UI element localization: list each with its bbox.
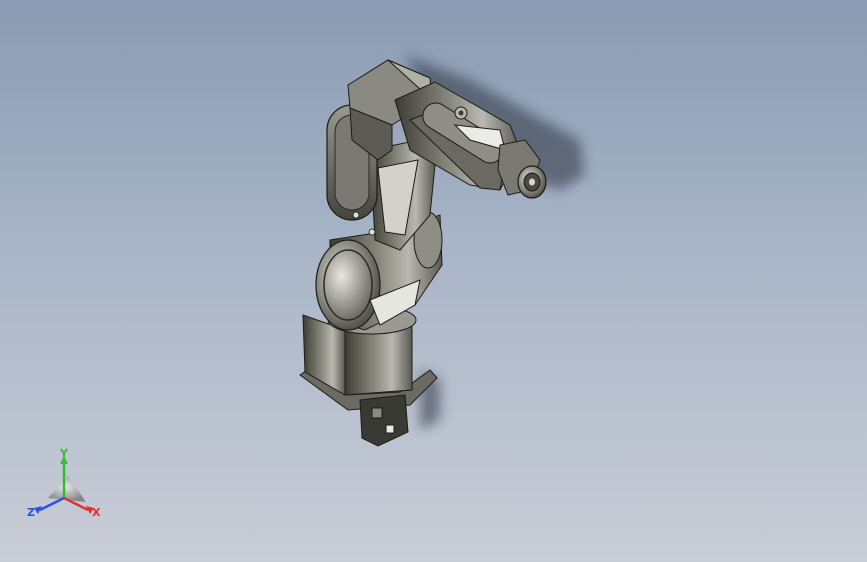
view-orientation-triad[interactable]: Y X Z (24, 447, 114, 528)
graphics-viewport[interactable]: Y X Z (0, 0, 867, 562)
triad-origin-shape (48, 476, 86, 502)
z-axis-line (39, 496, 65, 512)
z-axis-label: Z (27, 506, 35, 519)
triad-graphic: Y X Z (27, 447, 101, 519)
x-axis-label: X (92, 506, 101, 519)
robot-arm-model[interactable] (0, 0, 867, 562)
y-axis-label: Y (59, 448, 69, 460)
